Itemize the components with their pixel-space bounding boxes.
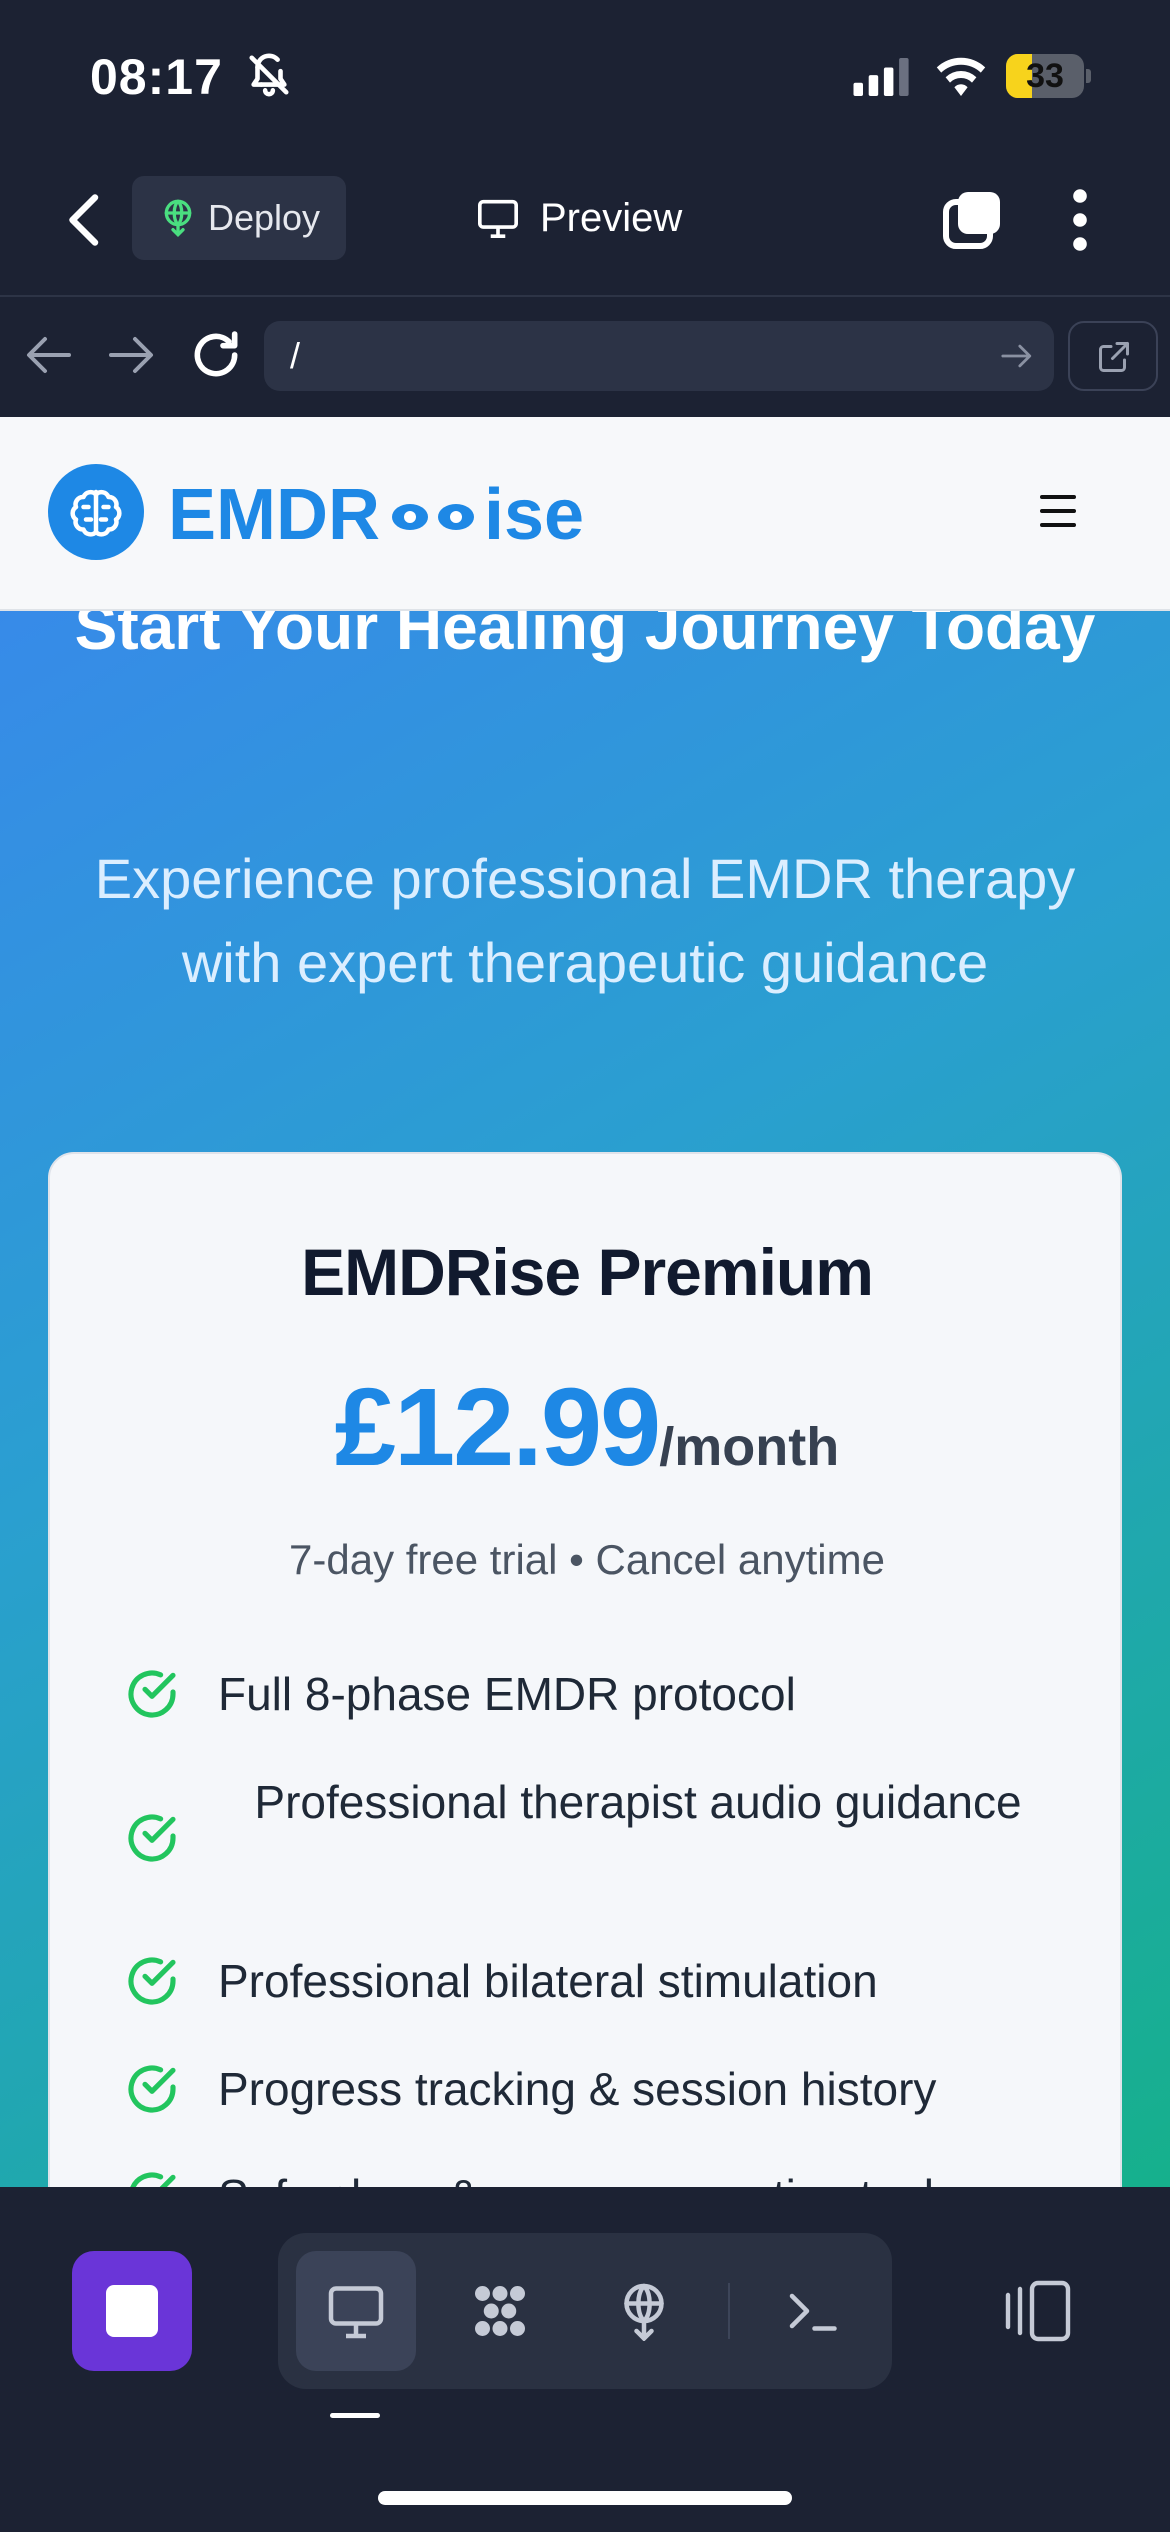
device-toggle-icon[interactable] bbox=[996, 2279, 1076, 2343]
url-value: / bbox=[290, 335, 301, 376]
check-circle-icon bbox=[128, 1670, 176, 1718]
status-bar: 08:17 33 bbox=[0, 0, 1170, 150]
check-circle-icon bbox=[128, 1814, 176, 1862]
status-time: 08:17 bbox=[90, 49, 223, 105]
eye-dots-icon bbox=[392, 504, 474, 530]
external-link-icon bbox=[1099, 342, 1129, 372]
url-input[interactable]: / bbox=[264, 321, 1054, 391]
open-external-button[interactable] bbox=[1068, 321, 1158, 391]
monitor-icon bbox=[328, 2286, 384, 2339]
deploy-icon bbox=[164, 199, 192, 238]
deploy-button[interactable]: Deploy bbox=[132, 176, 346, 260]
battery-level: 33 bbox=[1026, 57, 1064, 95]
check-circle-icon bbox=[128, 1957, 176, 2005]
hero-subtitle: Experience professional EMDR therapy wit… bbox=[94, 847, 1076, 994]
deploy-icon bbox=[624, 2283, 664, 2341]
trial-note: 7-day free trial • Cancel anytime bbox=[289, 1536, 885, 1583]
home-indicator bbox=[378, 2491, 792, 2505]
plan-period: /month bbox=[659, 1417, 840, 1477]
tool-switcher bbox=[278, 2233, 892, 2389]
preview-label: Preview bbox=[540, 196, 683, 240]
tool-terminal[interactable] bbox=[752, 2251, 872, 2371]
terminal-icon bbox=[789, 2293, 837, 2331]
wifi-icon bbox=[936, 57, 986, 96]
more-options-icon[interactable] bbox=[1060, 186, 1100, 254]
arrow-left-icon[interactable] bbox=[24, 335, 74, 375]
plan-price: £12.99 bbox=[334, 1366, 661, 1489]
feature-text: Full 8-phase EMDR protocol bbox=[218, 1668, 796, 1720]
stop-button[interactable] bbox=[72, 2251, 192, 2371]
feature-text: Progress tracking & session history bbox=[218, 2063, 937, 2115]
browser-nav-bar: / bbox=[0, 297, 1170, 417]
tool-network[interactable] bbox=[440, 2251, 560, 2371]
reload-icon[interactable] bbox=[188, 327, 244, 383]
toolbar-separator bbox=[728, 2283, 730, 2339]
logo-text-left: EMDR bbox=[168, 475, 380, 555]
arrow-right-icon[interactable] bbox=[106, 335, 156, 375]
brain-icon bbox=[70, 489, 122, 537]
feature-text: Professional therapist audio guidance bbox=[254, 1776, 1022, 1828]
bell-muted-icon bbox=[249, 53, 289, 97]
back-chevron-icon[interactable] bbox=[60, 190, 110, 250]
battery-indicator: 33 bbox=[1006, 54, 1091, 98]
tool-deploy[interactable] bbox=[584, 2251, 704, 2371]
logo-text-right: ise bbox=[484, 475, 585, 555]
go-arrow-icon[interactable] bbox=[1000, 341, 1034, 371]
web-preview: EMDR ise Start Your Healing Journey Toda… bbox=[0, 417, 1170, 2187]
site-header: EMDR ise bbox=[0, 417, 1170, 611]
active-tab-indicator bbox=[330, 2413, 380, 2418]
pricing-card: EMDRise Premium £12.99/month 7-day free … bbox=[48, 1152, 1122, 2187]
brain-logo[interactable] bbox=[48, 464, 144, 560]
monitor-icon bbox=[478, 199, 518, 238]
feature-text: Safe place & resource creation tools bbox=[218, 2160, 1058, 2187]
cellular-signal-icon bbox=[853, 58, 909, 96]
tabs-icon[interactable] bbox=[940, 188, 1004, 252]
feature-text: Professional bilateral stimulation bbox=[218, 1955, 878, 2007]
check-circle-icon bbox=[130, 2172, 176, 2187]
app-top-bar: Deploy Preview bbox=[0, 150, 1170, 295]
price-row: £12.99/month bbox=[50, 1364, 1124, 1491]
bottom-toolbar bbox=[0, 2187, 1170, 2532]
deploy-label: Deploy bbox=[208, 197, 321, 238]
stop-icon bbox=[106, 2285, 158, 2337]
hamburger-menu-icon[interactable] bbox=[1040, 495, 1084, 531]
plan-name: EMDRise Premium bbox=[301, 1235, 874, 1309]
check-circle-icon bbox=[128, 2065, 176, 2113]
network-icon bbox=[475, 2286, 525, 2336]
tool-preview[interactable] bbox=[296, 2251, 416, 2371]
